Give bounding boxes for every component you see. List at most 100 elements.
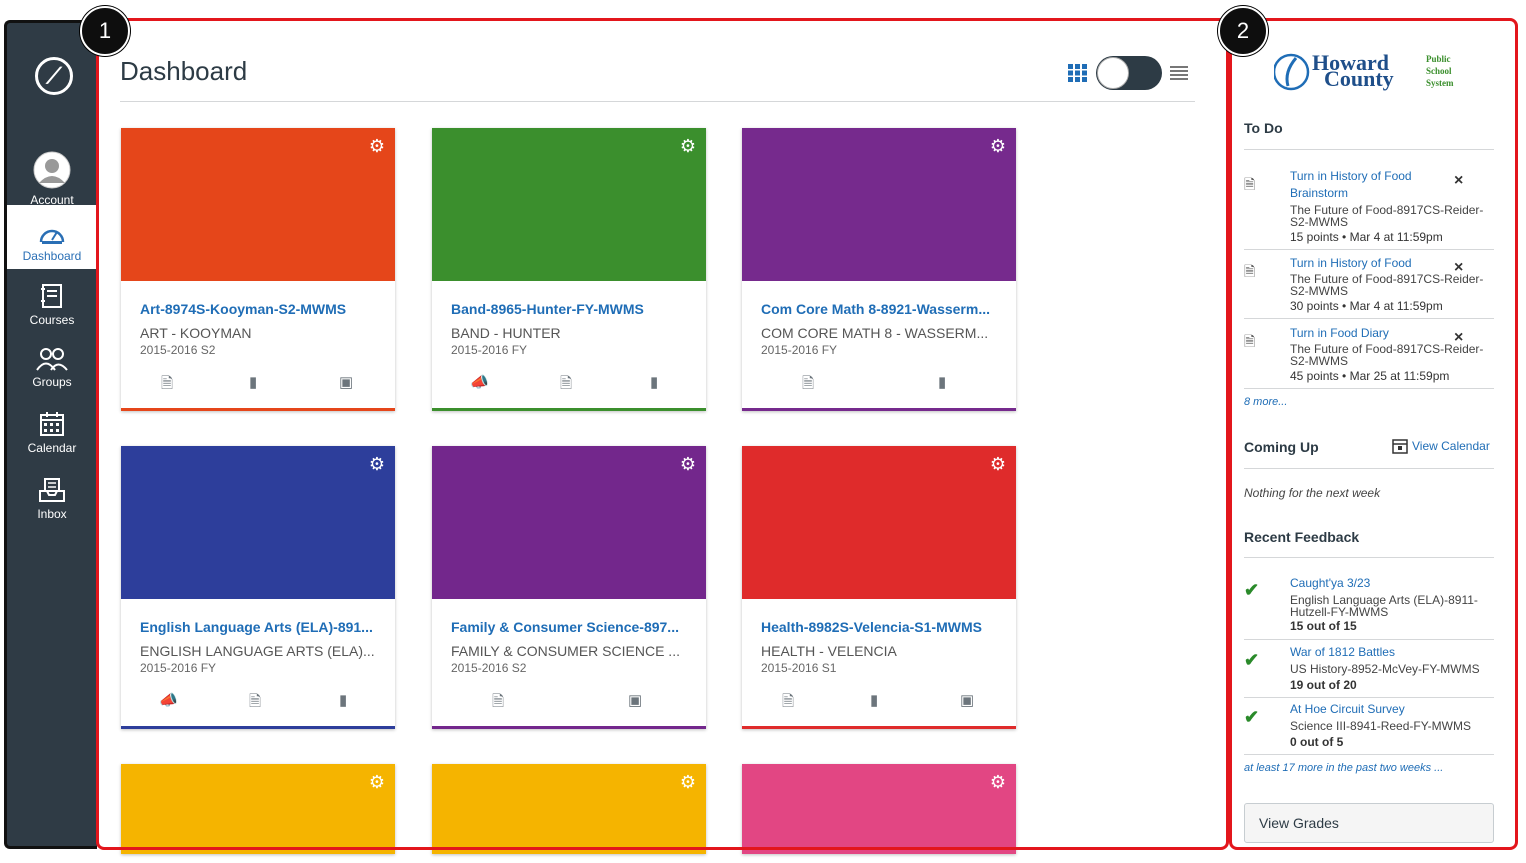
todo-link[interactable]: Turn in Food Diary [1290,325,1450,342]
todo-link[interactable]: Turn in History of Food Brainstorm [1290,168,1450,202]
course-name-link[interactable]: Health-8982S-Velencia-S1-MWMS [761,619,1001,635]
course-name-link[interactable]: English Language Arts (ELA)-891... [140,619,380,635]
discussions-icon[interactable]: ▮ [870,691,878,709]
course-card[interactable]: ⚙ English Language Arts (ELA)-891... ENG… [121,446,395,729]
gear-icon[interactable]: ⚙ [680,772,696,793]
feedback-score: 15 out of 15 [1290,619,1357,633]
view-grades-button[interactable]: View Grades [1244,803,1494,843]
assignments-icon[interactable]: 🗎 [560,373,572,398]
announcements-icon[interactable]: 📣 [159,691,178,709]
view-calendar-label[interactable]: View Calendar [1412,439,1490,453]
course-name-link[interactable]: Family & Consumer Science-897... [451,619,691,635]
dashboard-view-toggle[interactable] [1068,56,1188,90]
gear-icon[interactable]: ⚙ [369,136,385,157]
nav-item-dashboard[interactable]: Dashboard [7,205,97,269]
files-icon[interactable]: ▣ [960,691,974,709]
course-card[interactable]: ⚙ [432,764,706,854]
course-card[interactable]: ⚙ Art-8974S-Kooyman-S2-MWMS ART - KOOYMA… [121,128,395,411]
feedback-more-link[interactable]: at least 17 more in the past two weeks .… [1244,762,1443,774]
assignments-icon[interactable]: 🗎 [802,373,814,398]
course-name-link[interactable]: Com Core Math 8-8921-Wasserm... [761,301,1001,317]
feedback-link[interactable]: At Hoe Circuit Survey [1290,702,1405,716]
gear-icon[interactable]: ⚙ [369,772,385,793]
feedback-divider [1244,557,1494,558]
logo-text-school: School [1426,66,1452,76]
district-logo: Howard County Public School System [1272,50,1474,92]
switch-knob[interactable] [1097,57,1129,89]
assignments-icon[interactable]: 🗎 [249,691,261,716]
card-hero[interactable] [121,446,395,599]
course-code: ART - KOOYMAN [140,325,252,341]
list-view-icon[interactable] [1170,65,1188,81]
card-hero[interactable] [742,128,1016,281]
assignments-icon[interactable]: 🗎 [782,691,794,716]
feedback-link[interactable]: War of 1812 Battles [1290,645,1395,659]
discussions-icon[interactable]: ▮ [938,373,946,391]
assignment-icon: 🗎 [1244,333,1256,349]
nav-item-inbox[interactable]: Inbox [7,463,97,527]
gear-icon[interactable]: ⚙ [680,454,696,475]
course-term: 2015-2016 S1 [761,661,837,675]
nav-item-courses[interactable]: Courses [7,269,97,333]
calendar-icon [40,412,64,436]
groups-icon [36,348,68,371]
discussions-icon[interactable]: ▮ [249,373,257,391]
card-hero[interactable] [742,764,1016,854]
course-card[interactable]: ⚙ Band-8965-Hunter-FY-MWMS BAND - HUNTER… [432,128,706,411]
announcements-icon[interactable]: 📣 [470,373,489,391]
course-card[interactable]: ⚙ Family & Consumer Science-897... FAMIL… [432,446,706,729]
card-hero[interactable] [742,446,1016,599]
card-view-grid-icon[interactable] [1068,64,1088,82]
nav-item-calendar[interactable]: Calendar [7,397,97,461]
card-hero[interactable] [432,764,706,854]
discussions-icon[interactable]: ▮ [339,691,347,709]
todo-more-link[interactable]: 8 more... [1244,396,1287,408]
card-color-bar [742,408,1016,411]
nav-item-groups[interactable]: Groups [7,331,97,395]
feedback-divider [1244,697,1494,698]
course-code: FAMILY & CONSUMER SCIENCE ... [451,643,680,659]
files-icon[interactable]: ▣ [339,373,353,391]
todo-heading: To Do [1244,120,1283,136]
card-color-bar [432,408,706,411]
close-icon[interactable]: × [1454,172,1463,190]
card-hero[interactable] [121,764,395,854]
feedback-divider [1244,639,1494,640]
course-name-link[interactable]: Art-8974S-Kooyman-S2-MWMS [140,301,380,317]
course-card[interactable]: ⚙ Com Core Math 8-8921-Wasserm... COM CO… [742,128,1016,411]
nav-item-account[interactable]: Account [7,149,97,213]
gear-icon[interactable]: ⚙ [990,454,1006,475]
gear-icon[interactable]: ⚙ [990,136,1006,157]
nav-label-groups: Groups [32,375,72,389]
gear-icon[interactable]: ⚙ [369,454,385,475]
assignment-icon: 🗎 [1244,176,1256,192]
feedback-score: 19 out of 20 [1290,678,1357,692]
annotation-badge-1: 1 [80,6,130,56]
card-color-bar [121,726,395,729]
todo-meta: 30 points • Mar 4 at 11:59pm [1290,299,1443,313]
todo-item: 🗎 Turn in History of Food × The Future o… [1244,255,1494,317]
nav-label-calendar: Calendar [27,441,77,455]
course-card[interactable]: ⚙ [742,764,1016,854]
todo-divider [1244,149,1494,150]
view-calendar-link[interactable]: View Calendar [1392,438,1490,454]
course-card[interactable]: ⚙ Health-8982S-Velencia-S1-MWMS HEALTH -… [742,446,1016,729]
card-hero[interactable] [121,128,395,281]
course-term: 2015-2016 S2 [140,343,216,357]
assignments-icon[interactable]: 🗎 [492,691,504,716]
feedback-link[interactable]: Caught'ya 3/23 [1290,576,1370,590]
canvas-logo-icon[interactable]: ⟋ [35,57,73,95]
todo-link[interactable]: Turn in History of Food [1290,255,1450,272]
todo-item: 🗎 Turn in History of Food Brainstorm × T… [1244,168,1494,248]
discussions-icon[interactable]: ▮ [650,373,658,391]
course-name-link[interactable]: Band-8965-Hunter-FY-MWMS [451,301,691,317]
gear-icon[interactable]: ⚙ [990,772,1006,793]
files-icon[interactable]: ▣ [628,691,642,709]
gear-icon[interactable]: ⚙ [680,136,696,157]
feedback-score: 0 out of 5 [1290,735,1344,749]
card-hero[interactable] [432,446,706,599]
assignments-icon[interactable]: 🗎 [161,373,173,398]
view-switch[interactable] [1096,56,1162,90]
card-hero[interactable] [432,128,706,281]
course-card[interactable]: ⚙ [121,764,395,854]
